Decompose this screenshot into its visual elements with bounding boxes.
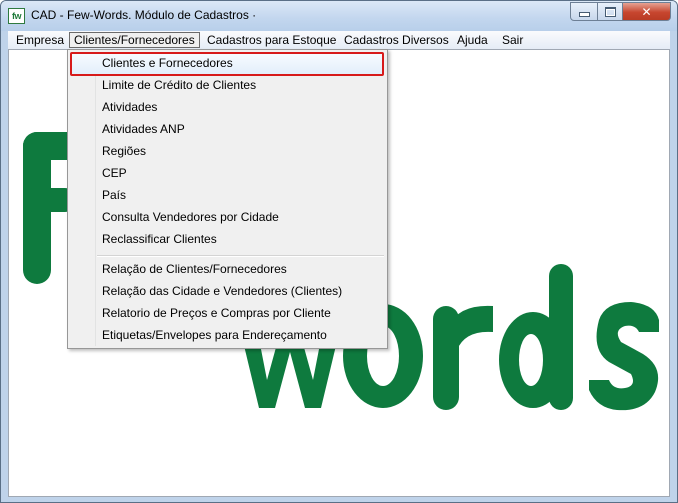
dropdown-item-relacao-cidades[interactable]: Relação das Cidade e Vendedores (Cliente… xyxy=(102,284,342,298)
dropdown-item-pais[interactable]: País xyxy=(102,188,126,202)
app-logo-icon[interactable]: fw xyxy=(8,8,25,24)
close-button[interactable]: ✕ xyxy=(622,2,671,21)
dropdown-item-relatorio-precos[interactable]: Relatorio de Preços e Compras por Client… xyxy=(102,306,331,320)
dropdown-item-reclassificar-clientes[interactable]: Reclassificar Clientes xyxy=(102,232,217,246)
minimize-button[interactable] xyxy=(570,2,598,21)
menu-bar: Empresa Clientes/Fornecedores Cadastros … xyxy=(8,31,670,49)
logo-d-counter xyxy=(519,334,543,386)
app-icon-text: fw xyxy=(12,11,22,21)
dropdown-separator xyxy=(97,255,384,257)
logo-s xyxy=(589,302,659,411)
minimize-icon xyxy=(578,12,590,17)
clientes-fornecedores-dropdown: Clientes e Fornecedores Limite de Crédit… xyxy=(67,49,388,349)
window-title: CAD - Few-Words. Módulo de Cadastros · xyxy=(31,8,257,22)
title-bar[interactable]: fw CAD - Few-Words. Módulo de Cadastros … xyxy=(1,1,677,31)
dropdown-item-limite-credito[interactable]: Limite de Crédito de Clientes xyxy=(102,78,256,92)
dropdown-icon-gutter xyxy=(95,52,96,346)
menu-cadastros-estoque[interactable]: Cadastros para Estoque xyxy=(203,32,340,48)
dropdown-item-regioes[interactable]: Regiões xyxy=(102,144,146,158)
dropdown-item-consulta-vendedores[interactable]: Consulta Vendedores por Cidade xyxy=(102,210,279,224)
menu-clientes-fornecedores[interactable]: Clientes/Fornecedores xyxy=(69,32,200,48)
close-icon: ✕ xyxy=(641,4,652,19)
logo-d-stem xyxy=(549,264,573,410)
menu-ajuda[interactable]: Ajuda xyxy=(453,32,492,48)
maximize-icon xyxy=(604,6,616,17)
dropdown-item-relacao-clientes[interactable]: Relação de Clientes/Fornecedores xyxy=(102,262,287,276)
dropdown-item-atividades-anp[interactable]: Atividades ANP xyxy=(102,122,185,136)
menu-cadastros-diversos[interactable]: Cadastros Diversos xyxy=(340,32,453,48)
dropdown-item-atividades[interactable]: Atividades xyxy=(102,100,157,114)
menu-empresa[interactable]: Empresa xyxy=(12,32,68,48)
dropdown-item-etiquetas-envelopes[interactable]: Etiquetas/Envelopes para Endereçamento xyxy=(102,328,327,342)
maximize-button[interactable] xyxy=(597,2,623,21)
dropdown-item-clientes-e-fornecedores[interactable]: Clientes e Fornecedores xyxy=(102,56,233,70)
dropdown-item-cep[interactable]: CEP xyxy=(102,166,127,180)
menu-sair[interactable]: Sair xyxy=(498,32,527,48)
